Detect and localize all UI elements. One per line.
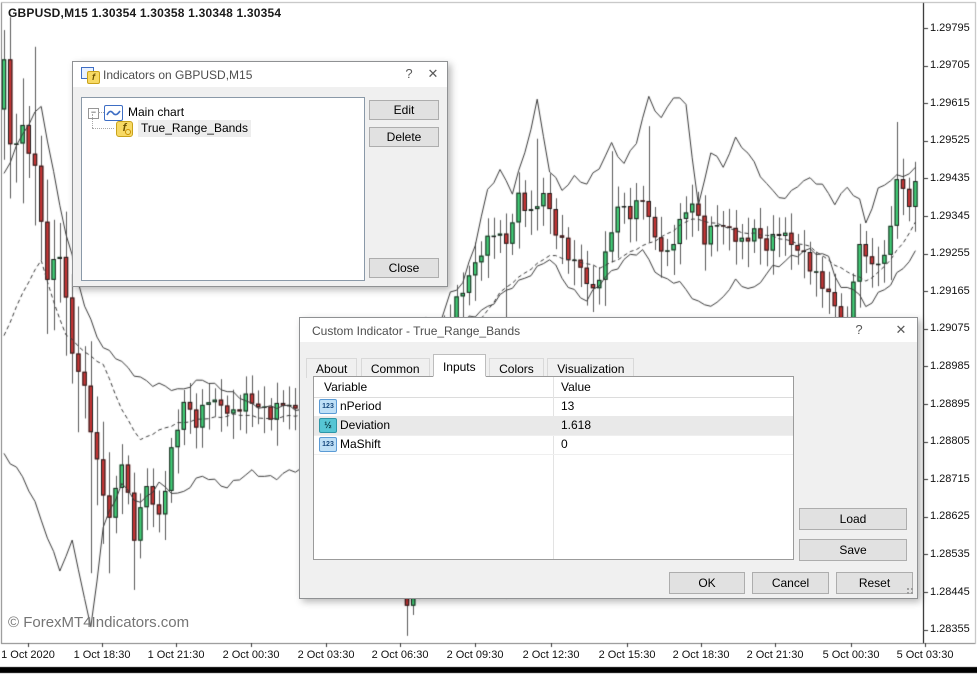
tree-item-label: Main chart — [128, 104, 184, 121]
table-row-nperiod[interactable]: 123 nPeriod 13 — [314, 397, 793, 417]
column-header-variable: Variable — [324, 380, 367, 394]
indicators-dialog-icon: f — [81, 67, 99, 83]
param-name: MaShift — [340, 437, 381, 451]
tree-expand-toggle[interactable]: − — [88, 108, 99, 119]
price-label: 1.29165 — [930, 285, 970, 297]
dialog-title: Custom Indicator - True_Range_Bands — [312, 324, 520, 338]
tab-about[interactable]: About — [306, 358, 357, 378]
tab-inputs[interactable]: Inputs — [433, 354, 486, 377]
time-label: 5 Oct 03:30 — [897, 649, 954, 661]
watermark: © ForexMT4Indicators.com — [8, 614, 189, 631]
price-label: 1.29435 — [930, 172, 970, 184]
price-label: 1.28535 — [930, 548, 970, 560]
delete-button[interactable]: Delete — [369, 127, 439, 147]
inputs-table: Variable Value 123 nPeriod 13 ½ Deviatio… — [313, 376, 794, 560]
tab-colors[interactable]: Colors — [489, 358, 544, 378]
param-name: Deviation — [340, 418, 390, 432]
time-label: 2 Oct 15:30 — [599, 649, 656, 661]
time-label: 5 Oct 00:30 — [823, 649, 880, 661]
param-value[interactable]: 13 — [561, 399, 574, 413]
price-label: 1.28355 — [930, 623, 970, 635]
time-label: 2 Oct 06:30 — [372, 649, 429, 661]
dialog-title: Indicators on GBPUSD,M15 — [103, 68, 252, 82]
price-label: 1.29255 — [930, 247, 970, 259]
help-icon[interactable]: ? — [401, 65, 417, 83]
symbol-ohlc-readout: GBPUSD,M15 1.30354 1.30358 1.30348 1.303… — [8, 6, 281, 20]
table-row-deviation[interactable]: ½ Deviation 1.618 — [314, 416, 793, 436]
indicators-dialog-titlebar[interactable]: f Indicators on GBPUSD,M15 ? ✕ — [73, 62, 447, 87]
price-label: 1.28805 — [930, 435, 970, 447]
price-label: 1.28715 — [930, 473, 970, 485]
time-label: 2 Oct 03:30 — [298, 649, 355, 661]
edit-button[interactable]: Edit — [369, 100, 439, 120]
tree-item-label: True_Range_Bands — [138, 120, 251, 137]
param-value[interactable]: 0 — [561, 437, 568, 451]
param-name: nPeriod — [340, 399, 381, 413]
reset-button[interactable]: Reset — [836, 572, 913, 594]
help-icon[interactable]: ? — [851, 321, 867, 339]
indicators-dialog: f Indicators on GBPUSD,M15 ? ✕ − Main ch… — [72, 61, 448, 287]
table-row-mashift[interactable]: 123 MaShift 0 — [314, 435, 793, 455]
time-label: 2 Oct 09:30 — [447, 649, 504, 661]
time-label: 2 Oct 00:30 — [223, 649, 280, 661]
price-label: 1.29795 — [930, 22, 970, 34]
tab-common[interactable]: Common — [361, 358, 430, 378]
integer-type-icon: 123 — [319, 437, 337, 452]
price-label: 1.29525 — [930, 134, 970, 146]
chart-icon — [104, 105, 123, 121]
fx-icon: f — [116, 121, 133, 137]
price-label: 1.29615 — [930, 97, 970, 109]
save-button[interactable]: Save — [799, 539, 907, 561]
double-type-icon: ½ — [319, 418, 337, 433]
price-label: 1.29075 — [930, 322, 970, 334]
time-label: 2 Oct 12:30 — [523, 649, 580, 661]
custom-indicator-dialog: Custom Indicator - True_Range_Bands ? ✕ … — [299, 317, 918, 599]
price-label: 1.28625 — [930, 510, 970, 522]
time-label: 2 Oct 18:30 — [673, 649, 730, 661]
price-label: 1.29345 — [930, 210, 970, 222]
time-label: 1 Oct 21:30 — [148, 649, 205, 661]
indicator-tree: − Main chart f True_Range_Bands — [81, 97, 365, 281]
param-value[interactable]: 1.618 — [561, 418, 591, 432]
custom-dialog-titlebar[interactable]: Custom Indicator - True_Range_Bands ? ✕ — [300, 318, 917, 342]
tab-bar: About Common Inputs Colors Visualization — [306, 354, 633, 375]
resize-grip-icon[interactable] — [906, 587, 914, 595]
price-label: 1.29705 — [930, 59, 970, 71]
mt4-chart-window: GBPUSD,M15 1.30354 1.30358 1.30348 1.303… — [0, 0, 977, 675]
integer-type-icon: 123 — [319, 399, 337, 414]
time-label: 1 Oct 18:30 — [74, 649, 131, 661]
time-label: 1 Oct 2020 — [1, 649, 55, 661]
close-button[interactable]: Close — [369, 258, 439, 278]
price-label: 1.28895 — [930, 398, 970, 410]
time-label: 2 Oct 21:30 — [747, 649, 804, 661]
cancel-button[interactable]: Cancel — [752, 572, 829, 594]
load-button[interactable]: Load — [799, 508, 907, 530]
close-icon[interactable]: ✕ — [425, 65, 441, 83]
close-icon[interactable]: ✕ — [893, 321, 909, 339]
ok-button[interactable]: OK — [669, 572, 745, 594]
price-label: 1.28985 — [930, 360, 970, 372]
price-label: 1.28445 — [930, 586, 970, 598]
tab-visualization[interactable]: Visualization — [547, 358, 634, 378]
column-header-value: Value — [561, 380, 591, 394]
